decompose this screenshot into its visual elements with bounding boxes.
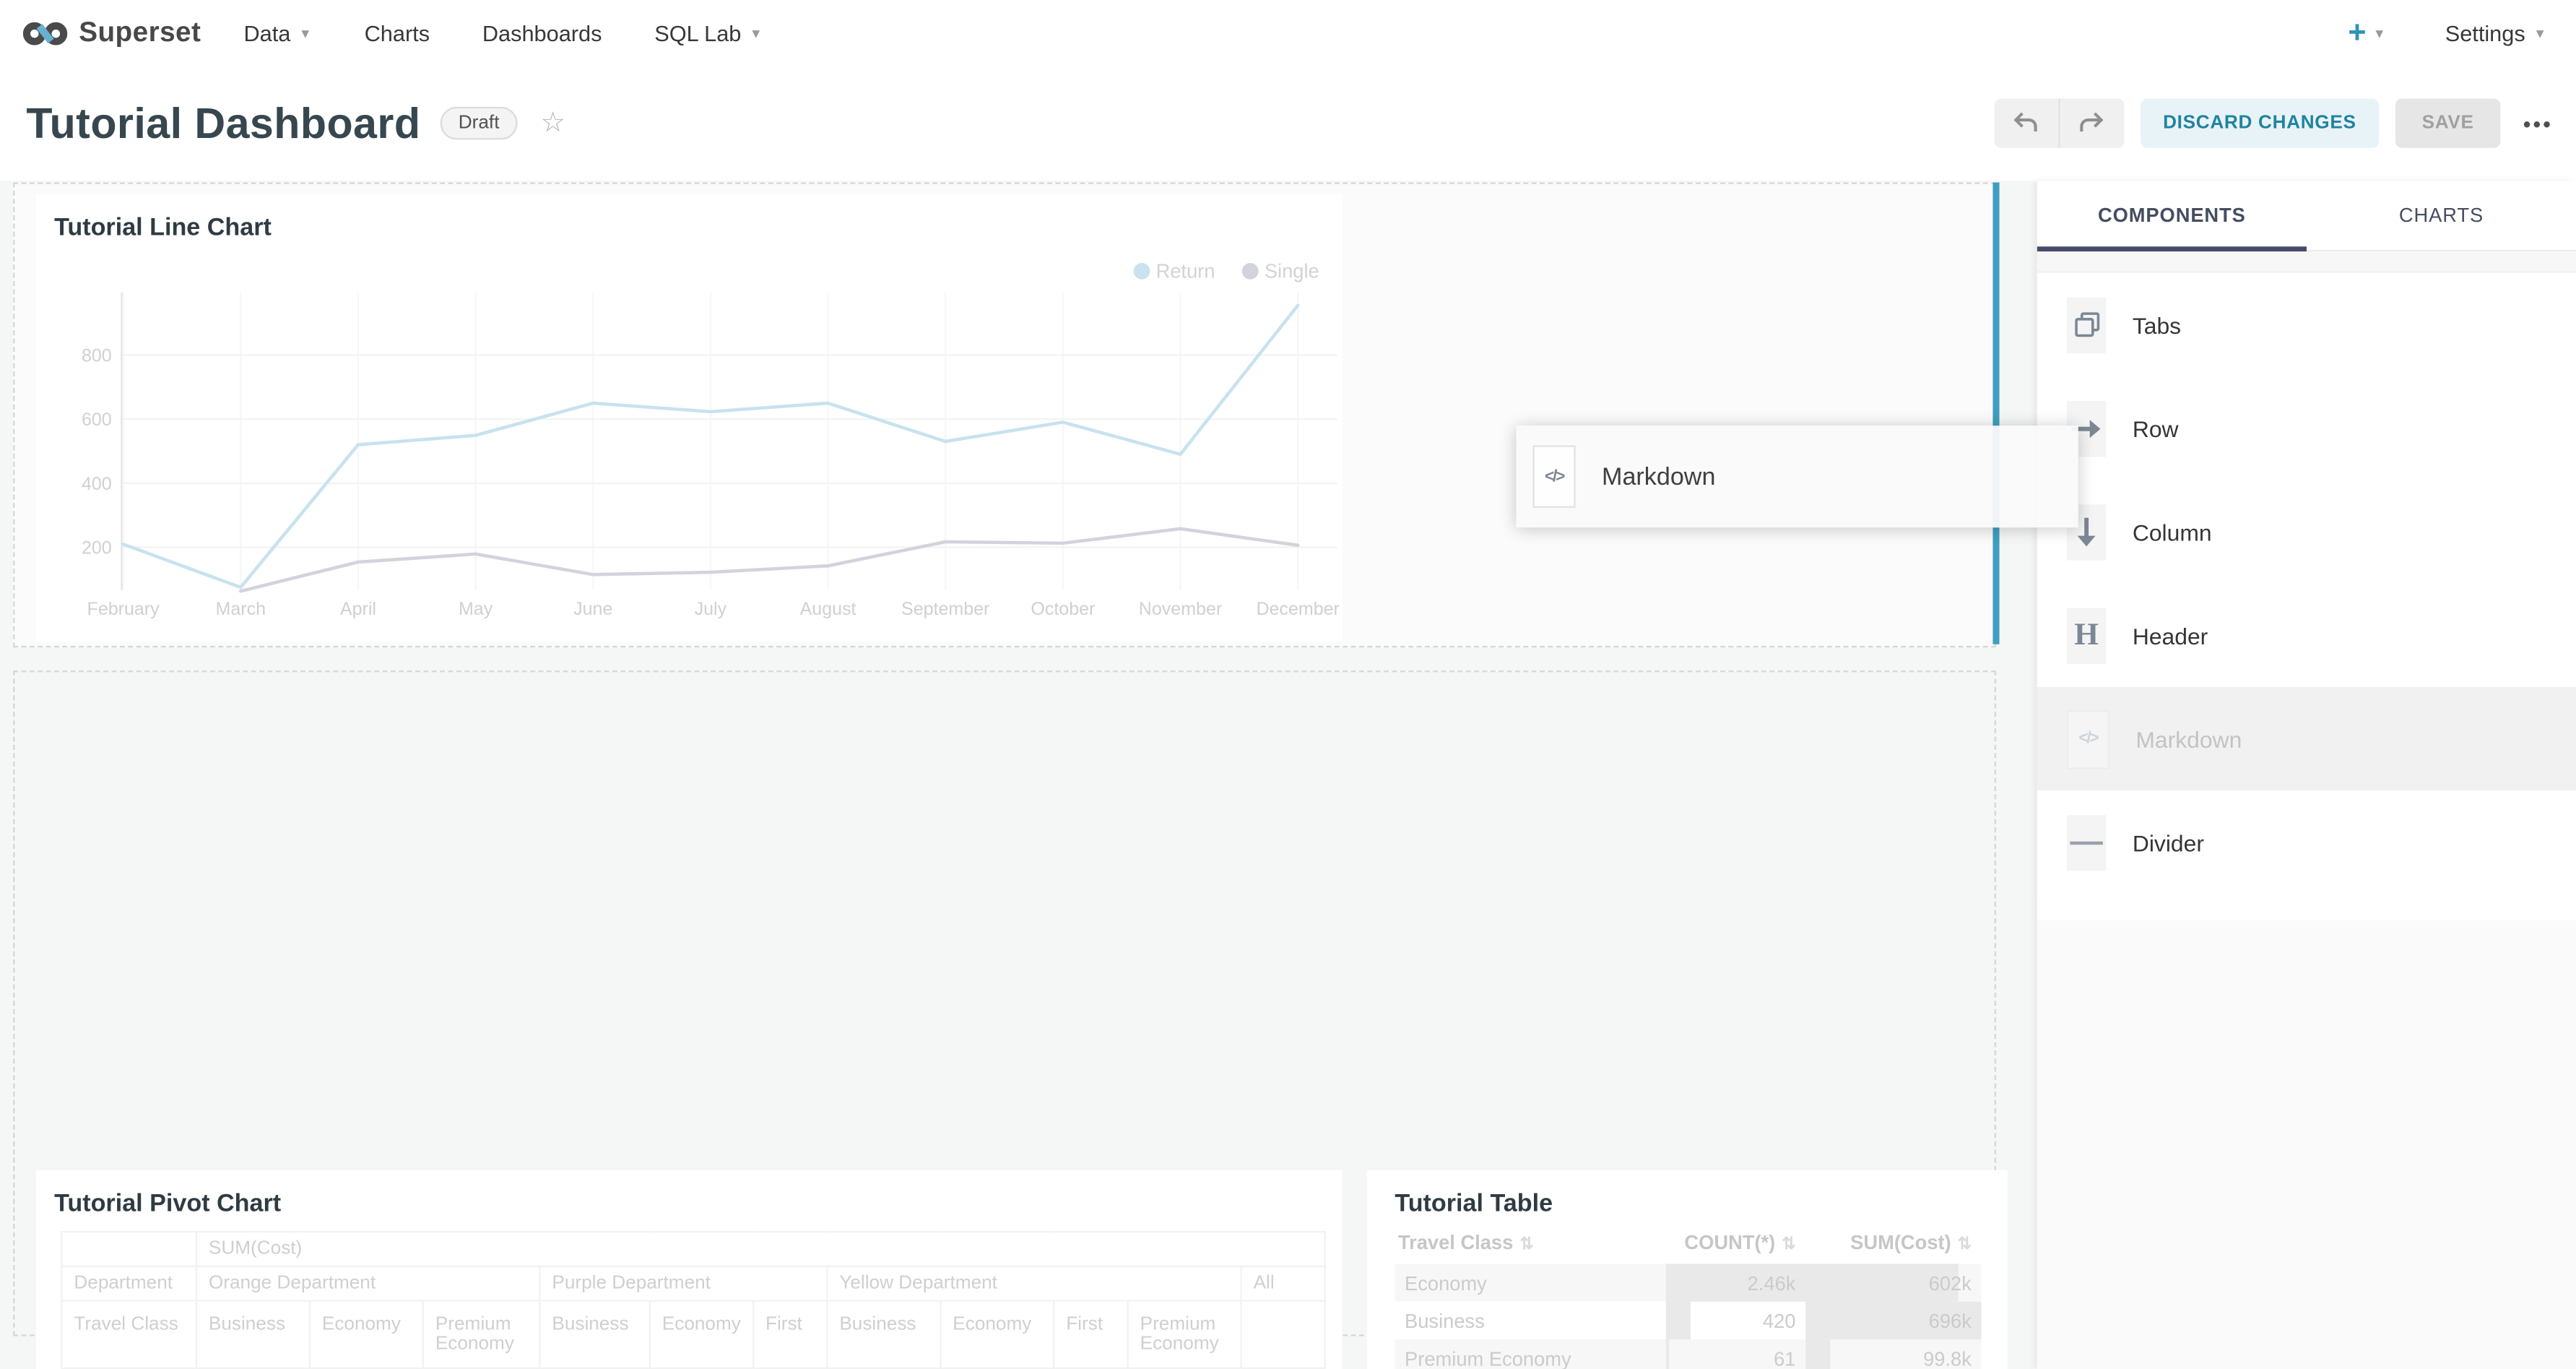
undo-redo-group — [1994, 98, 2124, 147]
tab-charts[interactable]: CHARTS — [2307, 181, 2576, 250]
dashboard-row-2: Tutorial Pivot Chart SUM(Cost)Department… — [13, 670, 1996, 1336]
table-header-row: Travel Class⇅COUNT(*)⇅SUM(Cost)⇅ — [1395, 1225, 1981, 1264]
svg-text:400: 400 — [82, 474, 112, 494]
legend-item-return[interactable]: Return — [1133, 259, 1215, 282]
svg-text:November: November — [1139, 599, 1222, 619]
redo-icon — [2078, 112, 2104, 135]
tab-components[interactable]: COMPONENTS — [2037, 181, 2307, 250]
cell-bar — [1805, 1339, 1831, 1369]
new-item-button[interactable]: + ▼ — [2348, 17, 2385, 48]
svg-text:June: June — [573, 599, 612, 619]
table-row: Economy2.46k602k — [1395, 1264, 1981, 1301]
superset-app: Superset Data▼ Charts Dashboards SQL Lab… — [0, 0, 2576, 1369]
legend-dot — [1241, 263, 1258, 280]
builder-sidebar: COMPONENTS CHARTS Tabs Row — [2037, 181, 2576, 1369]
sidebar-item-header[interactable]: H Header — [2037, 584, 2576, 687]
column-header[interactable]: Travel Class⇅ — [1395, 1225, 1665, 1264]
favorite-star-icon[interactable]: ☆ — [540, 107, 565, 139]
undo-icon — [2013, 112, 2039, 135]
drag-preview-label: Markdown — [1602, 462, 1715, 491]
sort-icon: ⇅ — [1782, 1236, 1795, 1254]
chevron-down-icon: ▼ — [750, 25, 763, 40]
nav-menu: Data▼ Charts Dashboards SQL Lab▼ — [244, 20, 763, 45]
sidebar-item-row[interactable]: Row — [2037, 376, 2576, 480]
status-badge: Draft — [441, 107, 518, 139]
brand-name: Superset — [79, 17, 201, 49]
dashboard-row-1: Tutorial Line Chart Return Single 200 400… — [13, 183, 1996, 648]
sidebar-footer — [2037, 920, 2576, 1369]
chevron-down-icon: ▼ — [2373, 25, 2386, 40]
discard-changes-button[interactable]: DISCARD CHANGES — [2140, 98, 2379, 147]
line-chart-card: Tutorial Line Chart Return Single 200 400… — [36, 194, 1343, 641]
table-chart-card: Tutorial Table Travel Class⇅COUNT(*)⇅SUM… — [1367, 1170, 2008, 1369]
pivot-dept-row: DepartmentOrange DepartmentPurple Depart… — [61, 1266, 1324, 1301]
nav-item-dashboards[interactable]: Dashboards — [482, 20, 602, 45]
page-title[interactable]: Tutorial Dashboard — [26, 98, 420, 149]
chart-title: Tutorial Line Chart — [54, 214, 272, 242]
header-actions: DISCARD CHANGES SAVE ••• — [1994, 98, 2553, 147]
svg-text:September: September — [901, 599, 989, 619]
svg-text:600: 600 — [82, 410, 112, 430]
svg-text:July: July — [695, 599, 727, 619]
column-header[interactable]: SUM(Cost)⇅ — [1805, 1225, 1981, 1264]
svg-text:October: October — [1031, 599, 1095, 619]
cell-bar — [1666, 1302, 1690, 1339]
sidebar-item-tabs[interactable]: Tabs — [2037, 273, 2576, 376]
drop-indicator-line — [1992, 183, 1999, 644]
sidebar-item-markdown[interactable]: </> Markdown — [2037, 687, 2576, 790]
table-row: Business420696k — [1395, 1302, 1981, 1339]
sort-icon: ⇅ — [1958, 1236, 1972, 1254]
svg-text:200: 200 — [82, 538, 112, 558]
svg-text:February: February — [87, 599, 160, 619]
nav-item-charts[interactable]: Charts — [365, 20, 430, 45]
data-table: Travel Class⇅COUNT(*)⇅SUM(Cost)⇅Economy2… — [1395, 1225, 1981, 1369]
markdown-icon: </> — [1532, 445, 1575, 507]
infinity-logo-icon — [23, 19, 67, 47]
chevron-down-icon: ▼ — [2533, 25, 2546, 40]
sidebar-item-column[interactable]: Column — [2037, 480, 2576, 583]
svg-text:May: May — [459, 599, 493, 619]
table-row: Premium Economy6199.8k — [1395, 1339, 1981, 1369]
undo-button[interactable] — [1994, 98, 2060, 147]
svg-text:August: August — [800, 599, 857, 619]
plus-icon: + — [2348, 17, 2366, 48]
divider-icon — [2067, 814, 2107, 870]
pivot-table: SUM(Cost)DepartmentOrange DepartmentPurp… — [61, 1231, 1326, 1369]
nav-right: + ▼ Settings ▼ — [2348, 17, 2546, 48]
chart-legend: Return Single — [1133, 259, 1319, 282]
chart-title: Tutorial Table — [1395, 1190, 1553, 1218]
dashboard-header: Tutorial Dashboard Draft ☆ DISCARD — [0, 66, 2576, 181]
markdown-icon: </> — [2067, 709, 2109, 769]
cell-bar — [1666, 1339, 1670, 1369]
pivot-chart-card: Tutorial Pivot Chart SUM(Cost)Department… — [36, 1170, 1343, 1369]
pivot-class-row: Travel ClassBusinessEconomyPremium Econo… — [61, 1301, 1324, 1368]
legend-item-single[interactable]: Single — [1241, 259, 1319, 282]
svg-text:800: 800 — [82, 345, 112, 366]
top-navbar: Superset Data▼ Charts Dashboards SQL Lab… — [0, 0, 2576, 66]
column-header[interactable]: COUNT(*)⇅ — [1666, 1225, 1805, 1264]
sidebar-tabs: COMPONENTS CHARTS — [2037, 181, 2576, 251]
markdown-drag-preview[interactable]: </> Markdown — [1517, 426, 2078, 527]
svg-text:April: April — [340, 599, 376, 619]
redo-button[interactable] — [2060, 98, 2124, 147]
legend-dot — [1133, 263, 1150, 280]
sort-icon: ⇅ — [1519, 1236, 1533, 1254]
svg-text:March: March — [216, 599, 266, 619]
sidebar-divider — [2037, 251, 2576, 273]
header-icon: H — [2067, 608, 2107, 663]
tabs-icon — [2067, 297, 2107, 353]
nav-item-data[interactable]: Data▼ — [244, 20, 312, 45]
chart-title: Tutorial Pivot Chart — [54, 1190, 281, 1218]
chevron-down-icon: ▼ — [299, 25, 312, 40]
save-button[interactable]: SAVE — [2395, 98, 2500, 147]
svg-text:December: December — [1256, 599, 1339, 619]
settings-menu[interactable]: Settings ▼ — [2445, 20, 2546, 45]
more-options-icon[interactable]: ••• — [2523, 111, 2553, 136]
sidebar-item-divider[interactable]: Divider — [2037, 790, 2576, 894]
superset-logo[interactable]: Superset — [23, 17, 201, 49]
nav-item-sqllab[interactable]: SQL Lab▼ — [654, 20, 763, 45]
pivot-metric-row: SUM(Cost) — [61, 1232, 1324, 1266]
